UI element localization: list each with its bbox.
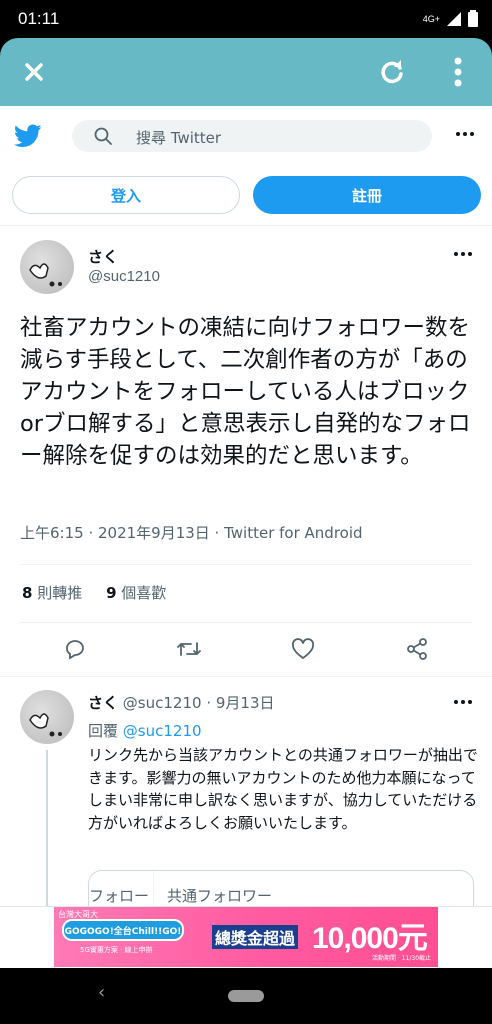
reply-more-icon[interactable]	[454, 700, 472, 704]
reply-author-name[interactable]: さく	[88, 694, 118, 712]
likes-count: 9	[106, 584, 117, 602]
search-input[interactable]: 搜尋 Twitter	[72, 120, 432, 152]
refresh-icon[interactable]	[376, 56, 408, 88]
hand-peace-icon	[29, 263, 62, 287]
search-icon	[94, 127, 112, 145]
ad-area: 台灣大哥大 GOGOGO!全台Chill!!GO! 5G實惠方案 · 線上申辦 …	[0, 906, 492, 968]
tweet-more-icon[interactable]	[454, 252, 472, 256]
home-pill[interactable]	[228, 990, 264, 1002]
tweet-text: 社畜アカウントの凍結に向けフォロワー数を減らす手段として、二次創作者の方が「あの…	[20, 315, 471, 469]
tweet-stats: 8 則轉推 9 個喜歡	[22, 582, 166, 603]
page-content: 搜尋 Twitter 登入 註冊 さく @suc1210 社畜アカウントの凍結に…	[0, 106, 492, 906]
ad-amount: 10,000元	[312, 922, 428, 955]
author-name[interactable]: さく	[88, 246, 118, 267]
replying-to: 回覆 @suc1210	[88, 720, 202, 741]
navigation-bar: ‹	[0, 968, 492, 1024]
login-button[interactable]: 登入	[12, 176, 240, 214]
status-bar: 01:11 4G+	[0, 0, 492, 38]
author-handle[interactable]: @suc1210	[88, 268, 160, 285]
divider	[20, 564, 472, 565]
likes-stat[interactable]: 9 個喜歡	[106, 584, 166, 602]
ad-main-text: 總獎金超過	[212, 925, 299, 949]
ad-banner[interactable]: 台灣大哥大 GOGOGO!全台Chill!!GO! 5G實惠方案 · 線上申辦 …	[54, 907, 438, 967]
reply-icon[interactable]	[60, 634, 90, 664]
replying-label: 回覆	[88, 722, 119, 740]
card-left-label: フォロー	[89, 887, 150, 905]
retweets-stat[interactable]: 8 則轉推	[22, 584, 82, 602]
more-options-icon[interactable]	[456, 132, 474, 136]
network-type: 4G+	[422, 13, 440, 24]
divider	[20, 622, 472, 623]
ad-subtext: 5G實惠方案 · 線上申辦	[80, 946, 153, 954]
twitter-logo-icon[interactable]	[14, 124, 42, 148]
card-divider	[153, 871, 154, 906]
status-icons: 4G+	[423, 10, 478, 27]
twitter-header: 搜尋 Twitter	[0, 106, 492, 166]
reply-author-handle[interactable]: @suc1210	[123, 694, 202, 712]
replying-to-handle[interactable]: @suc1210	[123, 722, 202, 740]
thread-line	[46, 750, 48, 906]
card-right-label: 共通フォロワー	[167, 887, 273, 905]
avatar[interactable]	[20, 240, 74, 294]
battery-icon	[468, 10, 478, 27]
reply-avatar[interactable]	[20, 690, 74, 744]
retweets-label: 則轉推	[37, 584, 83, 602]
close-icon[interactable]	[18, 56, 50, 88]
divider	[0, 676, 492, 677]
signal-icon	[447, 11, 461, 26]
likes-label: 個喜歡	[121, 584, 167, 602]
reply-header: さく @suc1210 · 9月13日	[88, 692, 275, 713]
tweet-timestamp[interactable]: 上午6:15 · 2021年9月13日 · Twitter for Androi…	[20, 522, 363, 543]
search-placeholder: 搜尋 Twitter	[136, 129, 222, 147]
divider	[0, 225, 492, 226]
reply-text: リンク先から当該アカウントとの共通フォロワーが抽出できます。影響力の無いアカウン…	[88, 746, 478, 832]
retweets-count: 8	[22, 584, 33, 602]
like-icon[interactable]	[288, 634, 318, 664]
status-time: 01:11	[18, 9, 60, 28]
kebab-menu-icon[interactable]	[442, 56, 474, 88]
share-icon[interactable]	[402, 634, 432, 664]
retweet-icon[interactable]	[174, 634, 204, 664]
back-icon[interactable]: ‹	[98, 982, 105, 1003]
ad-footnote: 活動期間 · 11/30截止	[372, 955, 432, 962]
signup-button[interactable]: 註冊	[253, 176, 481, 214]
reply-date[interactable]: · 9月13日	[206, 694, 274, 712]
tweet-actions	[0, 634, 492, 668]
hand-peace-icon	[29, 713, 62, 737]
browser-toolbar	[0, 38, 492, 106]
link-card[interactable]: フォロー 共通フォロワー	[88, 870, 474, 906]
ad-pill: GOGOGO!全台Chill!!GO!	[62, 919, 184, 941]
auth-buttons: 登入 註冊	[0, 176, 492, 216]
